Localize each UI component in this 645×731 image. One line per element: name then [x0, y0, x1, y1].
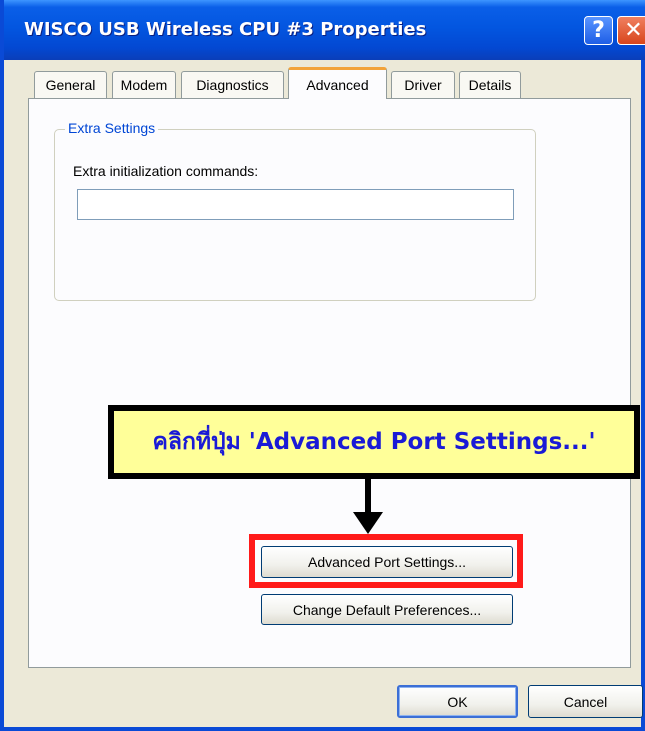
window-title: WISCO USB Wireless CPU #3 Properties [24, 19, 427, 40]
tab-modem[interactable]: Modem [112, 71, 176, 98]
instruction-callout-text: คลิกที่ปุ่ม 'Advanced Port Settings...' [114, 411, 634, 473]
extra-settings-title: Extra Settings [65, 120, 159, 136]
tab-driver[interactable]: Driver [391, 71, 455, 98]
arrow-head-icon [353, 512, 383, 534]
instruction-callout: คลิกที่ปุ่ม 'Advanced Port Settings...' [108, 405, 640, 479]
properties-dialog: WISCO USB Wireless CPU #3 Properties ? ✕… [0, 0, 645, 731]
cancel-button[interactable]: Cancel [528, 685, 643, 718]
highlight-frame [249, 534, 523, 588]
change-default-preferences-button[interactable]: Change Default Preferences... [261, 594, 513, 625]
extra-settings-group: Extra Settings Extra initialization comm… [54, 120, 536, 301]
tab-details[interactable]: Details [459, 71, 521, 98]
arrow-down-icon [365, 479, 371, 515]
help-button[interactable]: ? [584, 16, 613, 45]
extra-init-commands-input[interactable] [77, 189, 514, 220]
close-button[interactable]: ✕ [617, 16, 645, 45]
extra-init-commands-label: Extra initialization commands: [73, 163, 259, 179]
tab-diagnostics[interactable]: Diagnostics [181, 71, 284, 98]
ok-button[interactable]: OK [397, 685, 518, 718]
title-bar[interactable]: WISCO USB Wireless CPU #3 Properties ? ✕ [4, 0, 645, 60]
tab-advanced[interactable]: Advanced [288, 67, 387, 99]
tab-general[interactable]: General [34, 71, 107, 98]
